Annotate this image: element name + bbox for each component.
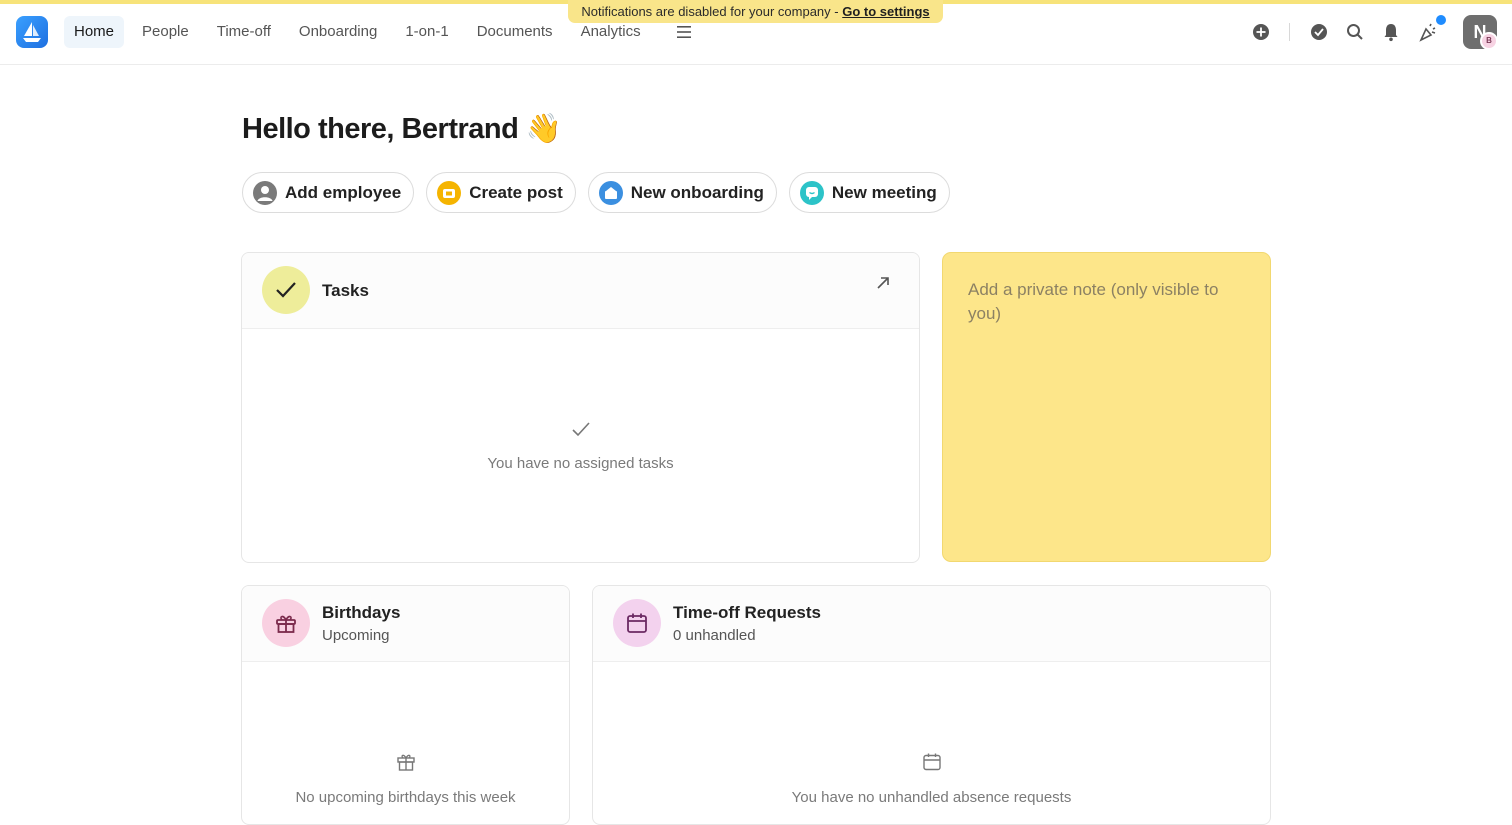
birthdays-subtitle: Upcoming xyxy=(322,627,390,644)
tasks-card: Tasks You have no assigned tasks xyxy=(241,252,920,563)
quick-actions: Add employee Create post New onboarding … xyxy=(242,172,962,213)
time-off-card-header: Time-off Requests 0 unhandled xyxy=(593,586,1270,662)
chat-icon xyxy=(799,180,824,205)
private-note-placeholder: Add a private note (only visible to you) xyxy=(968,280,1219,323)
nav-documents[interactable]: Documents xyxy=(467,16,563,48)
banner-text: Notifications are disabled for your comp… xyxy=(581,4,843,19)
hamburger-menu-icon[interactable] xyxy=(676,22,692,42)
gift-icon xyxy=(262,599,310,647)
time-off-empty-text: You have no unhandled absence requests xyxy=(791,789,1072,806)
new-meeting-button[interactable]: New meeting xyxy=(788,172,950,213)
tasks-check-icon xyxy=(262,266,310,314)
app-logo[interactable] xyxy=(16,16,48,48)
time-off-title: Time-off Requests xyxy=(673,603,821,622)
private-note[interactable]: Add a private note (only visible to you) xyxy=(942,252,1271,562)
add-circle-icon[interactable] xyxy=(1252,20,1270,44)
onboarding-icon xyxy=(598,180,623,205)
new-meeting-label: New meeting xyxy=(831,182,937,202)
nav-onboarding[interactable]: Onboarding xyxy=(289,16,387,48)
time-off-requests-card: Time-off Requests 0 unhandled You have n… xyxy=(592,585,1271,825)
add-employee-label: Add employee xyxy=(285,182,402,202)
calendar-icon xyxy=(613,599,661,647)
nav-1-on-1[interactable]: 1-on-1 xyxy=(395,16,458,48)
search-icon[interactable] xyxy=(1346,20,1364,44)
new-onboarding-button[interactable]: New onboarding xyxy=(587,172,777,213)
tasks-title: Tasks xyxy=(322,281,369,300)
person-icon xyxy=(253,180,277,205)
notification-banner: Notifications are disabled for your comp… xyxy=(568,0,943,23)
nav-home[interactable]: Home xyxy=(64,16,125,48)
create-post-button[interactable]: Create post xyxy=(426,172,576,213)
check-circle-icon[interactable] xyxy=(1310,20,1328,44)
empty-calendar-icon xyxy=(922,753,941,771)
empty-check-icon xyxy=(571,422,590,437)
toolbar-divider xyxy=(1289,23,1290,41)
tasks-empty-text: You have no assigned tasks xyxy=(487,455,674,472)
megaphone-icon xyxy=(437,180,462,205)
expand-arrow-icon[interactable] xyxy=(875,275,891,291)
birthdays-card: Birthdays Upcoming No upcoming birthdays… xyxy=(241,585,570,825)
tasks-card-header: Tasks xyxy=(242,253,919,329)
go-to-settings-link[interactable]: Go to settings xyxy=(842,4,929,19)
time-off-subtitle: 0 unhandled xyxy=(673,627,756,644)
notification-dot xyxy=(1436,15,1446,25)
birthdays-title: Birthdays xyxy=(322,603,401,622)
empty-gift-icon xyxy=(396,754,415,771)
celebration-icon[interactable] xyxy=(1418,20,1438,44)
new-onboarding-label: New onboarding xyxy=(630,182,764,202)
bell-icon[interactable] xyxy=(1382,20,1400,44)
create-post-label: Create post xyxy=(469,182,563,202)
sailboat-icon xyxy=(23,22,41,42)
nav-people[interactable]: People xyxy=(132,16,199,48)
greeting-heading: Hello there, Bertrand 👋 xyxy=(242,113,562,145)
birthdays-empty-text: No upcoming birthdays this week xyxy=(295,789,516,806)
nav-time-off[interactable]: Time-off xyxy=(207,16,281,48)
birthdays-card-header: Birthdays Upcoming xyxy=(242,586,569,662)
add-employee-button[interactable]: Add employee xyxy=(242,172,415,213)
user-avatar-badge: B xyxy=(1480,32,1498,50)
